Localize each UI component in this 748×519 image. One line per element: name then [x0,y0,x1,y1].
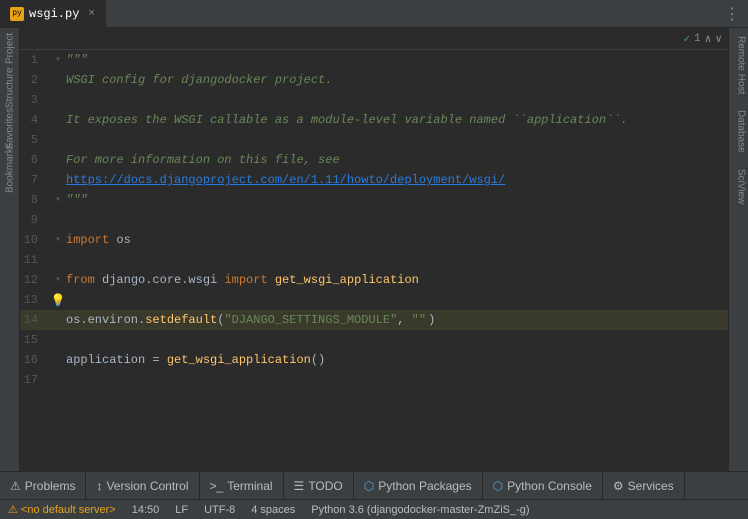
code-line-4: 4 It exposes the WSGI callable as a modu… [20,110,728,130]
code-line-15: 15 [20,330,728,350]
editor-header: ✓ 1 ∧ ∨ [20,28,728,50]
python-file-icon: py [10,7,24,21]
nav-count: 1 [694,33,701,45]
tab-close-button[interactable]: × [88,8,95,20]
python-packages-label: Python Packages [378,479,471,493]
code-line-10: 10 ▾ import os [20,230,728,250]
check-icon: ✓ [684,32,691,46]
status-line-ending[interactable]: LF [175,504,188,516]
url-link[interactable]: https://docs.djangoproject.com/en/1.11/h… [66,173,505,187]
code-line-1: 1 ▾ """ [20,50,728,70]
services-label: Services [628,479,674,493]
code-line-11: 11 [20,250,728,270]
code-line-13: 13 💡 [20,290,728,310]
bulb-icon[interactable]: 💡 [51,293,66,308]
python-packages-button[interactable]: ⬡ Python Packages [354,472,483,499]
sidebar-item-structure[interactable]: Structure [0,68,20,108]
python-console-label: Python Console [507,479,592,493]
sidebar-item-remote-host[interactable]: Remote Host [729,28,748,102]
bottom-toolbar: ⚠ Problems ↕ Version Control >_ Terminal… [0,471,748,499]
nav-down-button[interactable]: ∨ [715,32,722,46]
python-packages-icon: ⬡ [364,479,374,493]
code-line-16: 16 application = get_wsgi_application() [20,350,728,370]
code-line-3: 3 [20,90,728,110]
tab-bar: py wsgi.py × ⋮ [0,0,748,28]
python-console-button[interactable]: ⬡ Python Console [483,472,603,499]
fold-icon-8[interactable]: ▾ [55,194,61,206]
services-icon: ⚙ [613,479,624,493]
sidebar-item-database[interactable]: Database [729,102,748,161]
sidebar-item-project[interactable]: Project [0,28,20,68]
right-sidebar: Remote Host Database SciView [728,28,748,471]
code-line-2: 2 WSGI config for djangodocker project. [20,70,728,90]
file-tab[interactable]: py wsgi.py × [0,0,106,27]
fold-icon-12[interactable]: ▾ [55,274,61,286]
tab-label: wsgi.py [29,7,79,21]
code-line-17: 17 [20,370,728,390]
todo-icon: ☰ [294,479,305,493]
status-python[interactable]: Python 3.6 (djangodocker-master-ZmZiS_-g… [311,504,529,516]
code-line-14: 14 os.environ.setdefault("DJANGO_SETTING… [20,310,728,330]
main-area: Project Structure Favorites Bookmarks ✓ … [0,28,748,471]
version-control-icon: ↕ [96,479,102,493]
python-console-icon: ⬡ [493,479,503,493]
problems-label: Problems [25,479,76,493]
version-control-label: Version Control [106,479,188,493]
more-tabs-button[interactable]: ⋮ [716,4,748,24]
code-line-12: 12 ▾ from django.core.wsgi import get_ws… [20,270,728,290]
fold-icon-10[interactable]: ▾ [55,234,61,246]
todo-label: TODO [308,479,342,493]
terminal-label: Terminal [227,479,272,493]
problems-icon: ⚠ [10,479,21,493]
problems-button[interactable]: ⚠ Problems [0,472,86,499]
sidebar-item-sciview[interactable]: SciView [729,161,748,212]
code-lines: 1 ▾ """ 2 WSGI config for djangodocker p… [20,50,728,471]
status-encoding[interactable]: UTF-8 [204,504,235,516]
code-line-7: 7 https://docs.djangoproject.com/en/1.11… [20,170,728,190]
code-editor[interactable]: 1 ▾ """ 2 WSGI config for djangodocker p… [20,50,728,471]
nav-up-button[interactable]: ∧ [705,32,712,46]
code-line-5: 5 [20,130,728,150]
editor-nav: ✓ 1 ∧ ∨ [684,32,722,46]
code-line-8: 8 ▾ """ [20,190,728,210]
code-line-6: 6 For more information on this file, see [20,150,728,170]
fold-icon[interactable]: ▾ [55,54,61,66]
status-warning[interactable]: ⚠ <no default server> [8,503,116,516]
version-control-button[interactable]: ↕ Version Control [86,472,199,499]
services-button[interactable]: ⚙ Services [603,472,685,499]
todo-button[interactable]: ☰ TODO [284,472,354,499]
status-bar: ⚠ <no default server> 14:50 LF UTF-8 4 s… [0,499,748,519]
terminal-icon: >_ [210,479,224,493]
terminal-button[interactable]: >_ Terminal [200,472,284,499]
code-line-9: 9 [20,210,728,230]
left-sidebar: Project Structure Favorites Bookmarks [0,28,20,471]
editor-area: ✓ 1 ∧ ∨ 1 ▾ """ 2 WSGI config for djang [20,28,728,471]
status-time: 14:50 [132,504,160,516]
sidebar-item-bookmarks[interactable]: Bookmarks [0,148,20,188]
status-indent[interactable]: 4 spaces [251,504,295,516]
